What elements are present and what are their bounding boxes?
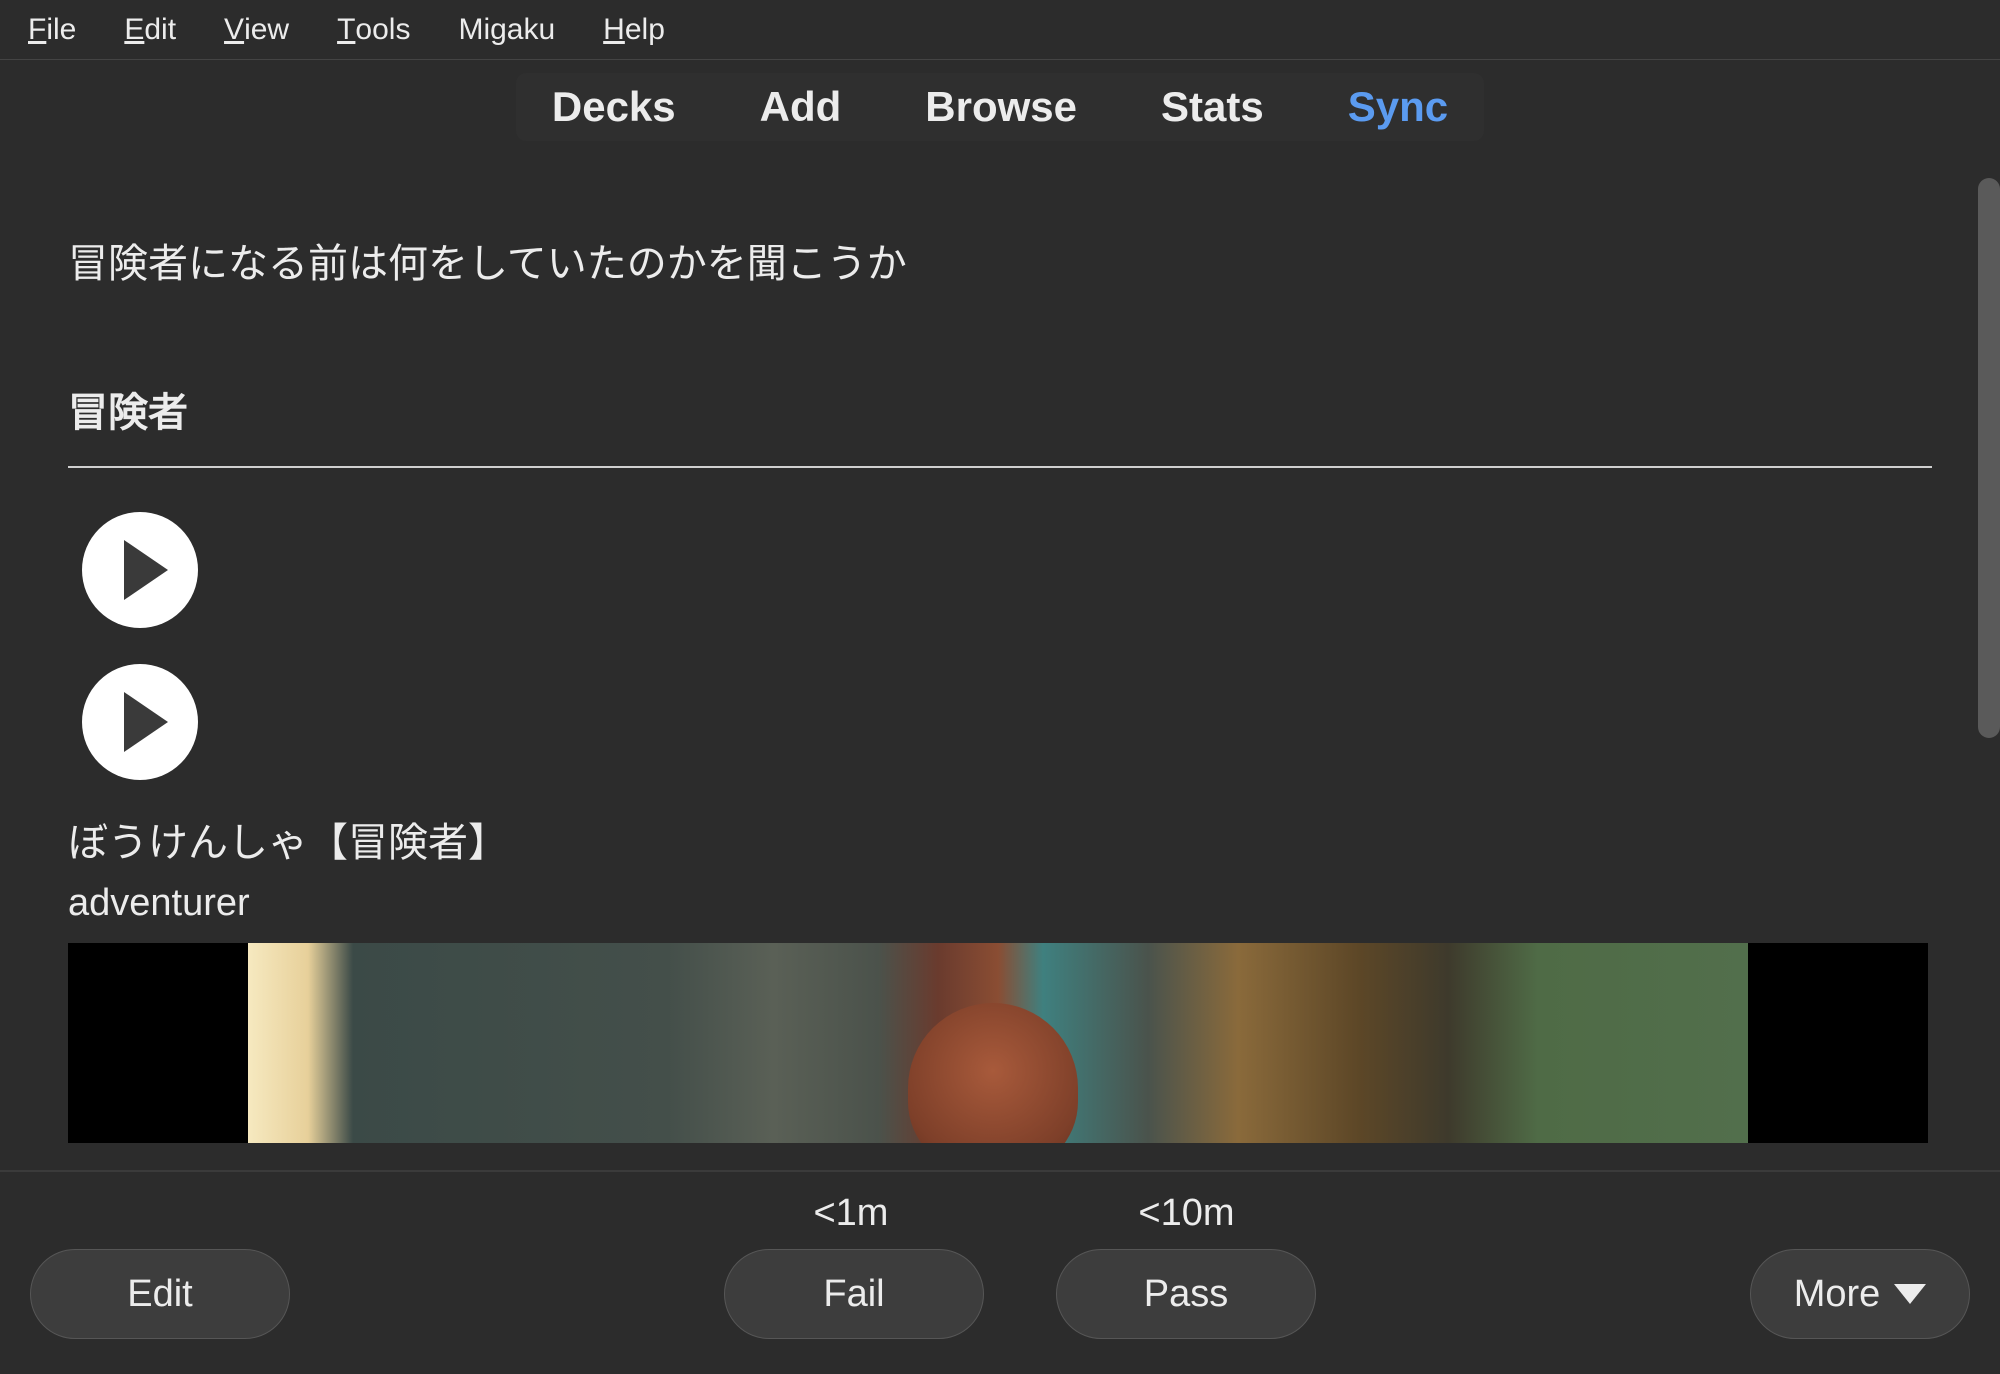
tab-browse[interactable]: Browse [925,83,1077,131]
tab-stats[interactable]: Stats [1161,83,1264,131]
main-tabbar: Decks Add Browse Stats Sync [0,60,2000,154]
card-image-content [248,943,1748,1143]
button-row: Edit Fail Pass More [0,1235,2000,1339]
grade-buttons: Fail Pass [680,1249,1361,1339]
menu-file[interactable]: File [28,13,76,47]
audio-column [82,512,1932,780]
card-content: 冒険者になる前は何をしていたのかを聞こうか 冒険者 ぼうけんしゃ【冒険者】 ad… [0,154,2000,1154]
menu-help[interactable]: Help [603,13,665,47]
fail-button[interactable]: Fail [724,1249,984,1339]
play-audio-1[interactable] [82,512,198,628]
card-image [68,943,1928,1143]
interval-fail: <1m [813,1192,888,1235]
interval-row: <1m <10m [48,1172,2000,1235]
card-meaning: adventurer [68,882,1932,925]
chevron-down-icon [1894,1284,1926,1304]
card-sentence: 冒険者になる前は何をしていたのかを聞こうか [68,238,1932,290]
scrollbar[interactable] [1978,178,2000,738]
tab-sync[interactable]: Sync [1348,83,1448,131]
play-icon [124,540,168,600]
image-letterbox-right [1748,943,1928,1143]
image-letterbox-left [68,943,248,1143]
fail-button-label: Fail [823,1273,884,1316]
edit-button[interactable]: Edit [30,1249,290,1339]
card-term: 冒険者 [68,380,1932,438]
divider [68,466,1932,468]
menubar: File Edit View Tools Migaku Help [0,0,2000,60]
card-reading: ぼうけんしゃ【冒険者】 [68,810,1932,868]
edit-button-label: Edit [127,1273,192,1316]
menu-tools[interactable]: Tools [337,13,410,47]
pass-button[interactable]: Pass [1056,1249,1316,1339]
play-audio-2[interactable] [82,664,198,780]
tabwrap: Decks Add Browse Stats Sync [516,73,1484,141]
interval-pass: <10m [1138,1192,1234,1235]
menu-edit[interactable]: Edit [124,13,176,47]
tab-decks[interactable]: Decks [552,83,676,131]
image-figure [908,1003,1078,1143]
tab-add[interactable]: Add [760,83,842,131]
more-button[interactable]: More [1750,1249,1970,1339]
menu-migaku[interactable]: Migaku [458,13,555,47]
more-button-label: More [1794,1273,1881,1316]
play-icon [124,692,168,752]
pass-button-label: Pass [1144,1273,1228,1316]
answer-bar: <1m <10m Edit Fail Pass More [0,1170,2000,1374]
menu-view[interactable]: View [224,13,289,47]
